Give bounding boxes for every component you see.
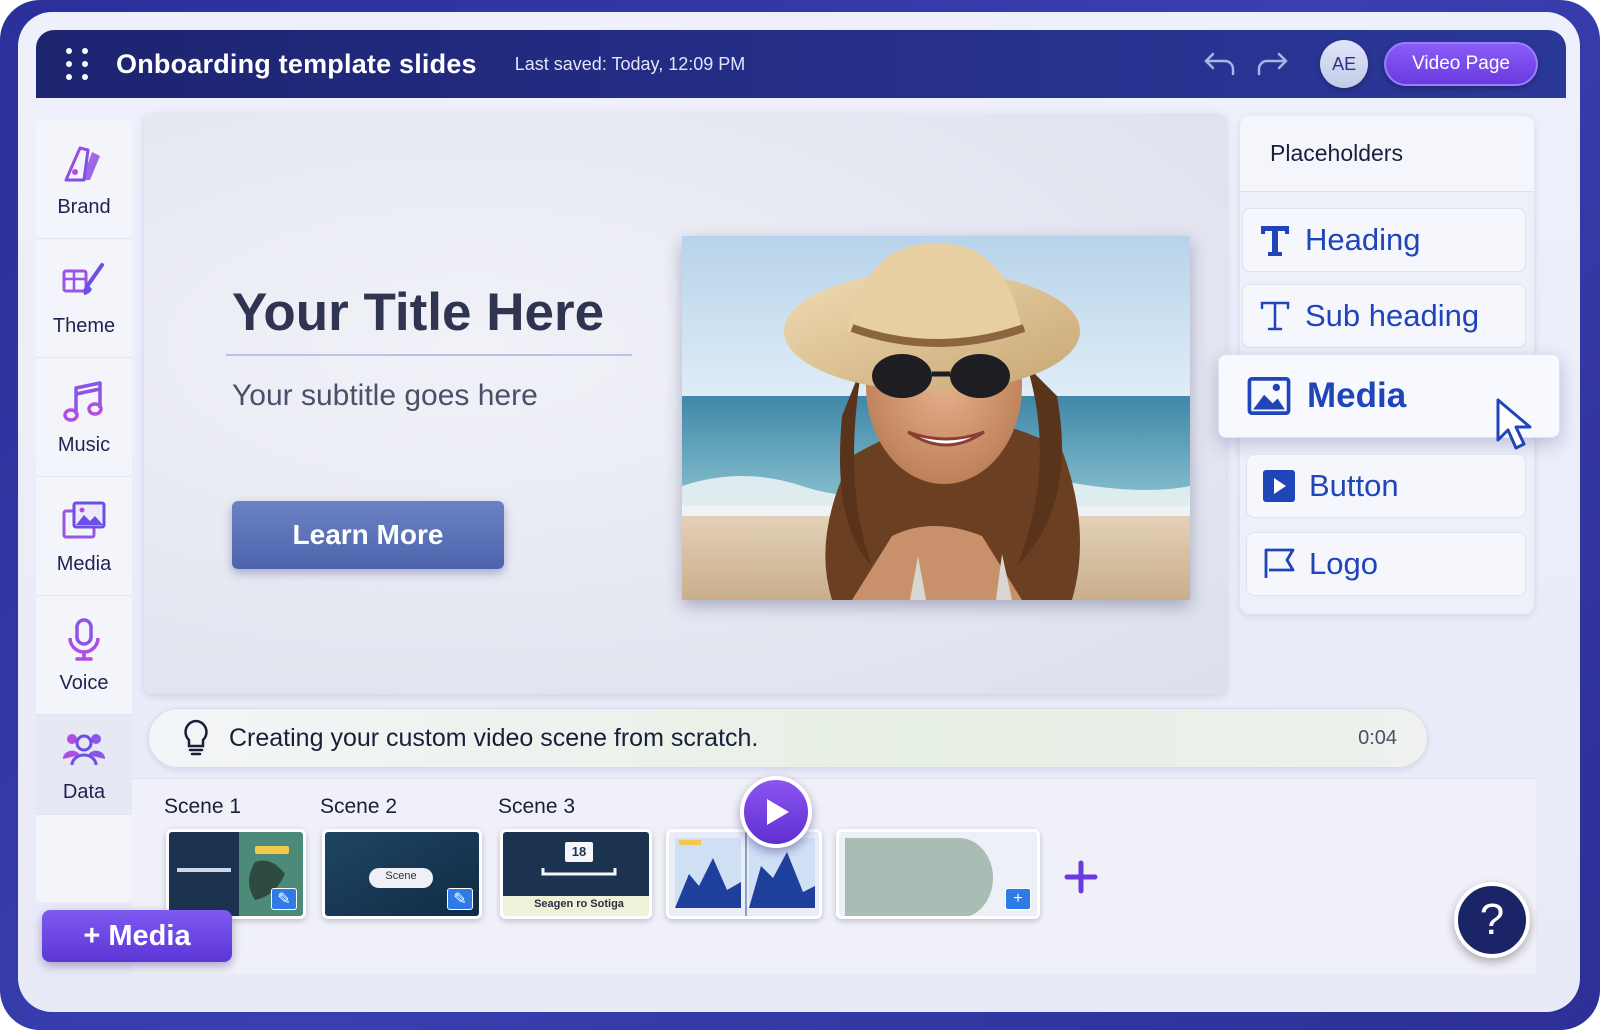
status-message: Creating your custom video scene from sc…: [229, 723, 759, 752]
edit-badge-icon[interactable]: ✎: [271, 888, 297, 910]
placeholder-label: Logo: [1309, 546, 1378, 581]
scene-timeline: Scene 1 Scene 2 Scene 3 ✎ Scene ✎ 18 Sea…: [132, 778, 1536, 974]
status-time: 0:04: [1358, 726, 1397, 749]
placeholder-sub-heading[interactable]: Sub heading: [1242, 284, 1526, 348]
placeholder-label: Heading: [1305, 222, 1421, 257]
image-icon: [1247, 377, 1291, 415]
placeholder-logo[interactable]: Logo: [1246, 532, 1526, 596]
flag-icon: [1264, 548, 1295, 578]
sidebar-item-label: Music: [57, 433, 111, 456]
scene-label-1: Scene 1: [164, 795, 242, 818]
scene-3-number: 18: [571, 844, 587, 859]
scene-thumbnail-2[interactable]: Scene ✎: [322, 829, 482, 919]
lightbulb-icon: [184, 719, 208, 756]
sidebar-item-label: Voice: [59, 671, 109, 694]
sidebar-item-label: Data: [62, 781, 106, 803]
sidebar-item-brand[interactable]: Brand: [36, 120, 132, 239]
title-divider: [226, 354, 632, 356]
slide-media-photo[interactable]: [682, 236, 1190, 600]
scene-thumbnail-1[interactable]: ✎: [166, 829, 306, 919]
sidebar-item-label: Media: [56, 552, 112, 575]
scene-thumbnail-4[interactable]: [666, 829, 822, 919]
drag-handle-icon[interactable]: [66, 46, 96, 82]
bold-t-icon: [1261, 226, 1289, 256]
scene-thumbnail-5[interactable]: +: [836, 829, 1040, 919]
placeholder-label: Sub heading: [1305, 298, 1480, 333]
mouse-cursor-icon: [1496, 398, 1532, 450]
microphone-icon: [68, 617, 100, 661]
add-media-button[interactable]: + Media: [42, 910, 232, 962]
people-icon: [62, 734, 106, 766]
left-sidebar: Brand Theme Music Media Voice Data: [36, 120, 132, 902]
slide-title[interactable]: Your Title Here: [232, 282, 604, 343]
sidebar-item-media[interactable]: Media: [36, 477, 132, 596]
app-window: Onboarding template slides Last saved: T…: [18, 12, 1580, 1012]
scene-3-caption: Seagen ro Sotiga: [534, 898, 624, 910]
help-button[interactable]: ?: [1454, 882, 1530, 958]
scene-label-3: Scene 3: [498, 795, 576, 818]
sidebar-item-data[interactable]: Data: [36, 715, 132, 815]
scene-2-caption: Scene: [385, 870, 417, 882]
paintbrush-icon: [62, 262, 104, 295]
placeholder-heading[interactable]: Heading: [1242, 208, 1526, 272]
undo-icon[interactable]: [1200, 44, 1240, 84]
last-saved-status: Last saved: Today, 12:09 PM: [514, 53, 746, 74]
sidebar-item-theme[interactable]: Theme: [36, 239, 132, 358]
scene-label-2: Scene 2: [320, 795, 398, 818]
placeholder-button[interactable]: Button: [1246, 454, 1526, 518]
learn-more-button[interactable]: Learn More: [232, 501, 504, 569]
serif-t-icon: [1260, 301, 1290, 331]
redo-icon[interactable]: [1252, 44, 1292, 84]
top-bar: Onboarding template slides Last saved: T…: [36, 30, 1566, 98]
sidebar-item-voice[interactable]: Voice: [36, 596, 132, 715]
status-bar: Creating your custom video scene from sc…: [148, 708, 1428, 768]
image-gallery-icon: [62, 501, 106, 538]
play-icon: [767, 799, 789, 825]
user-avatar[interactable]: AE: [1320, 40, 1369, 88]
edit-badge-icon[interactable]: ✎: [447, 888, 473, 910]
video-page-button[interactable]: Video Page: [1384, 42, 1538, 86]
scene-thumbnail-3[interactable]: 18 Seagen ro Sotiga: [500, 829, 652, 919]
placeholders-header: Placeholders: [1240, 116, 1534, 192]
placeholder-label: Media: [1307, 376, 1407, 415]
palette-icon: [64, 146, 102, 181]
music-note-icon: [63, 380, 103, 422]
add-badge-icon[interactable]: +: [1005, 888, 1031, 910]
sidebar-item-label: Theme: [52, 314, 116, 337]
sidebar-item-music[interactable]: Music: [36, 358, 132, 477]
add-scene-icon[interactable]: [1064, 860, 1098, 894]
sidebar-item-label: Brand: [57, 195, 111, 218]
play-square-icon: [1263, 470, 1295, 502]
slide-canvas[interactable]: Your Title Here Your subtitle goes here …: [144, 114, 1226, 694]
play-button[interactable]: [740, 776, 812, 848]
slide-subtitle[interactable]: Your subtitle goes here: [232, 379, 538, 413]
placeholder-label: Button: [1309, 468, 1399, 503]
document-title[interactable]: Onboarding template slides: [116, 49, 477, 80]
